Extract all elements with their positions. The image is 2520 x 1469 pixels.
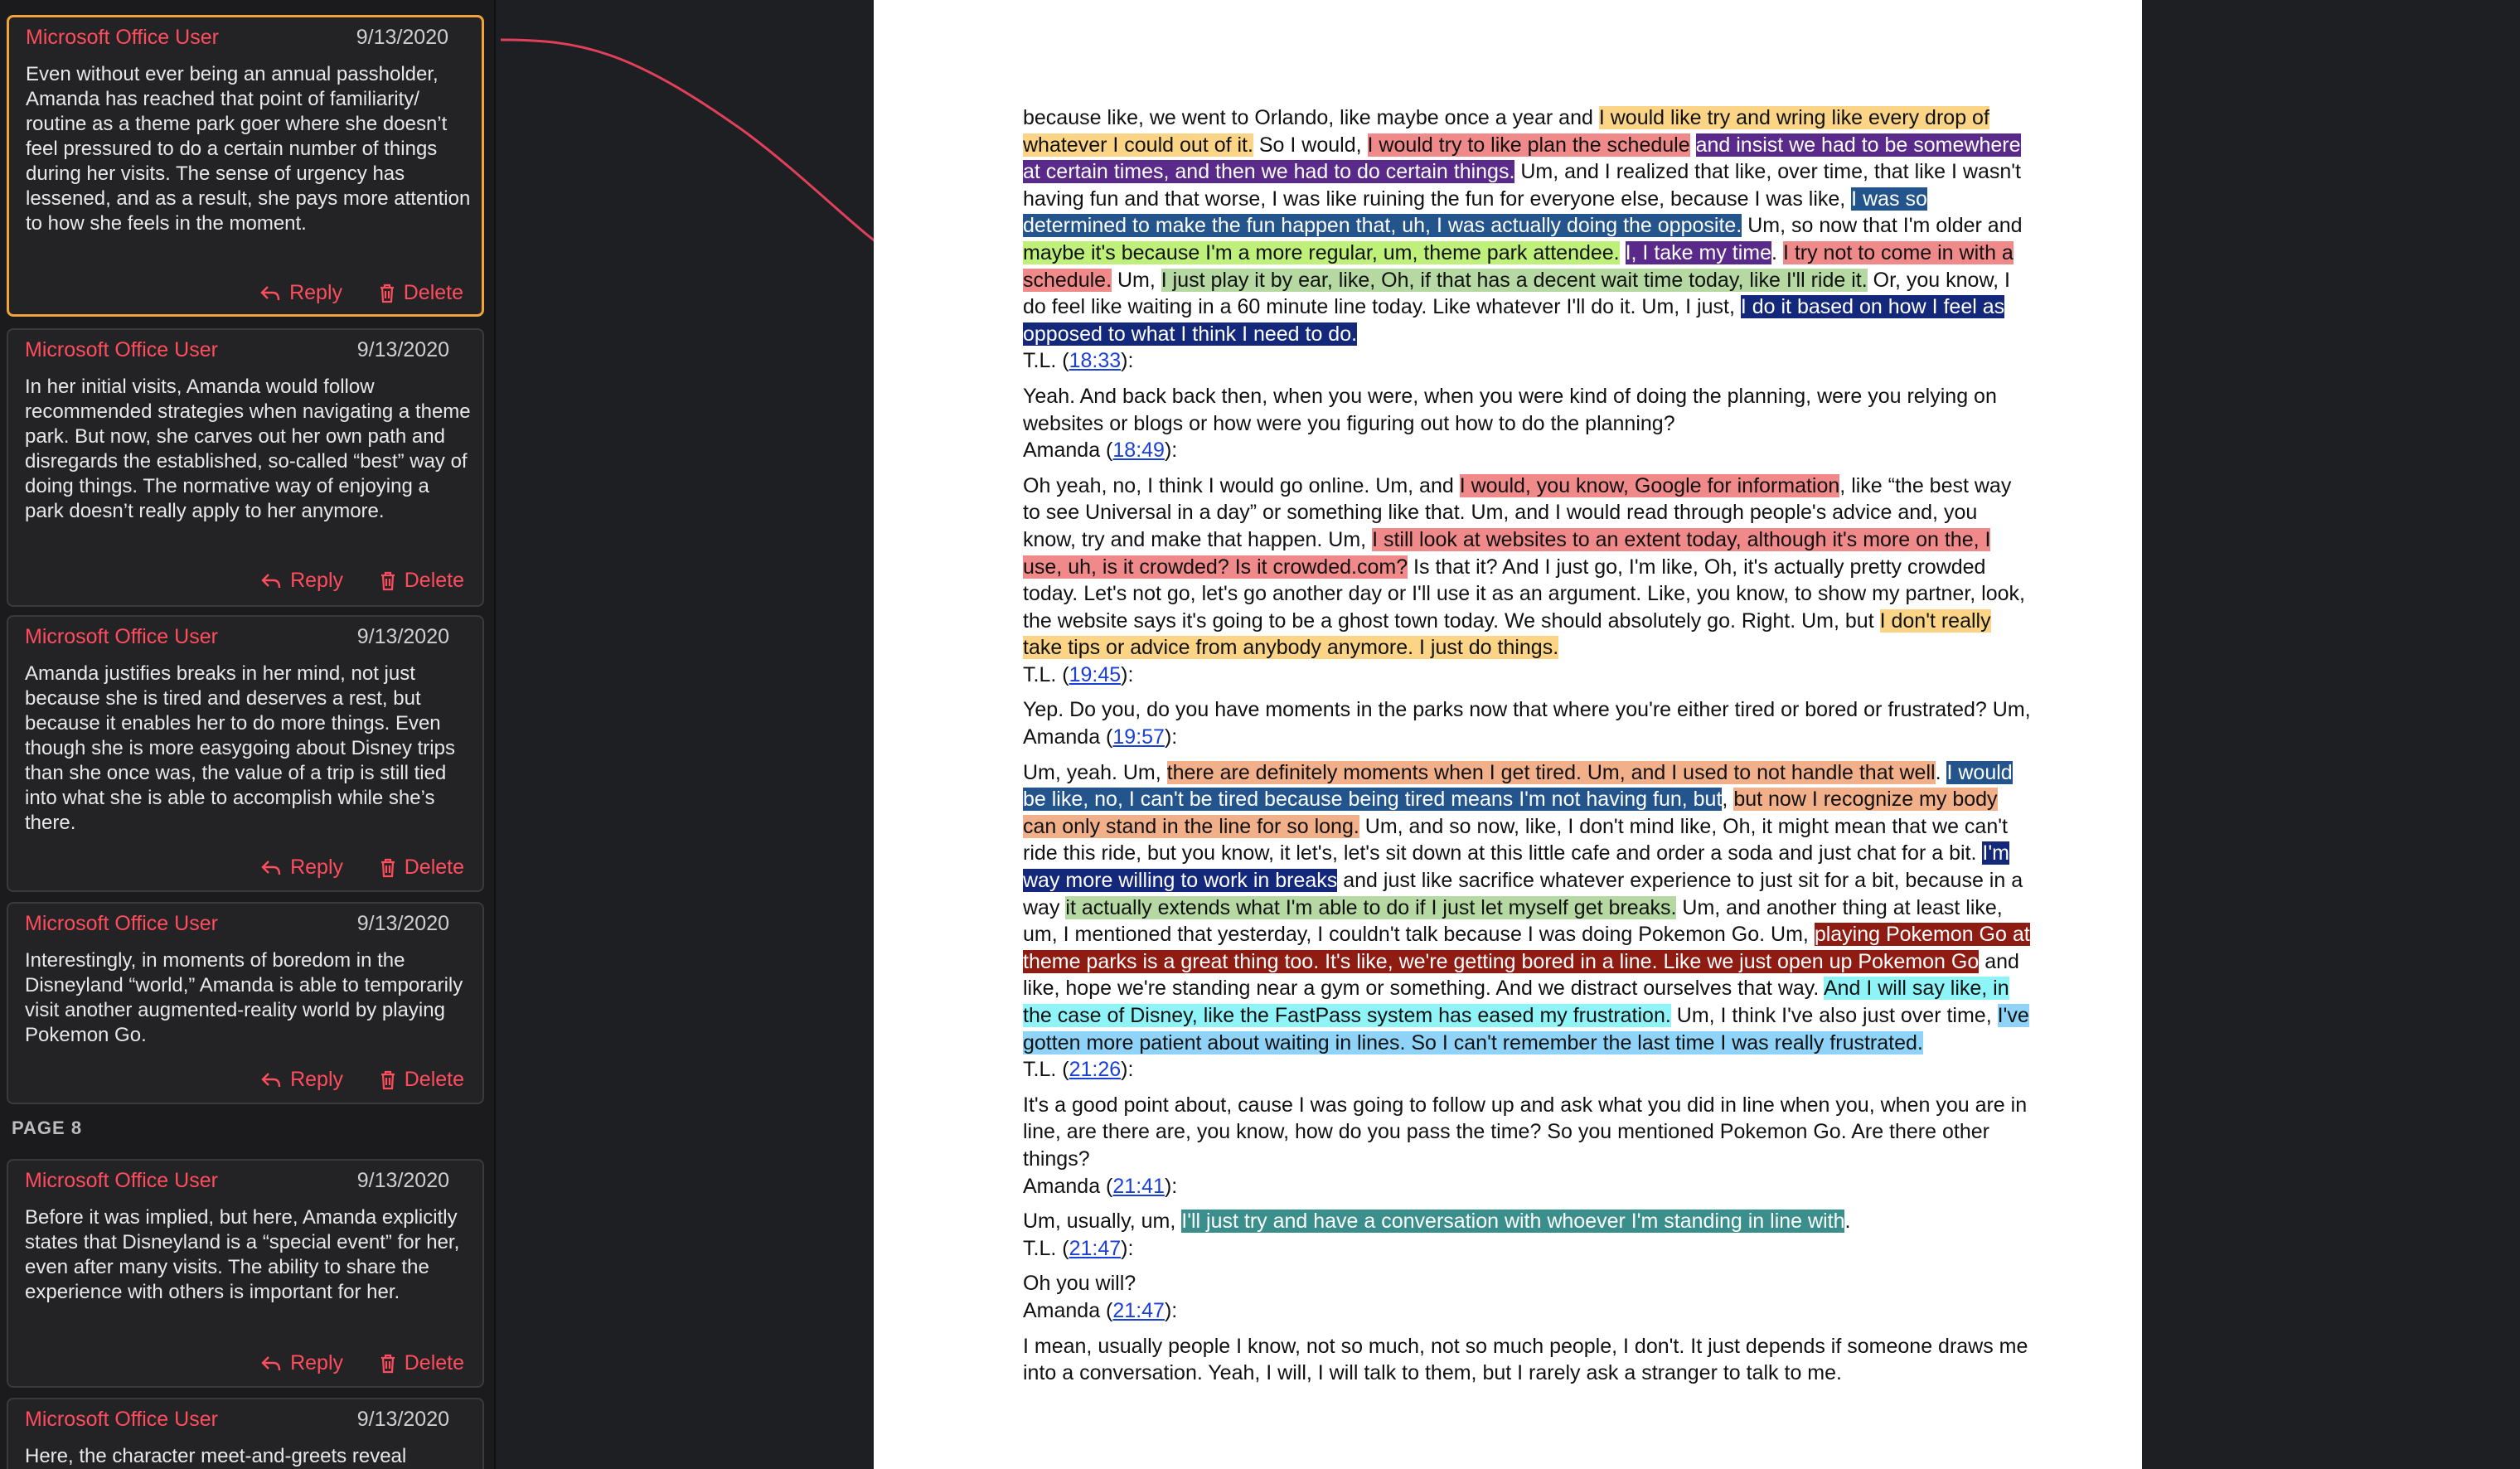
comment-author: Microsoft Office User (25, 1408, 218, 1431)
comment-author: Microsoft Office User (25, 912, 218, 935)
comment-date: 9/13/2020 (356, 625, 449, 648)
transcript-paragraph: I mean, usually people I know, not so mu… (1023, 1334, 2028, 1385)
transcript-paragraph: Yeah. And back back then, when you were,… (1023, 384, 1997, 463)
delete-button[interactable]: Delete (380, 1068, 464, 1092)
highlight[interactable]: there are definitely moments when I get … (1166, 760, 1936, 784)
transcript-paragraph: Yep. Do you, do you have moments in the … (1023, 698, 2031, 749)
transcript-paragraph: It's a good point about, cause I was goi… (1023, 1093, 2028, 1198)
transcript-paragraph: Oh you will? Amanda (21:47): (1023, 1272, 1178, 1322)
timestamp-link[interactable]: 21:41 (1112, 1175, 1165, 1198)
highlight[interactable]: maybe it's because I'm a more regular, u… (1023, 240, 1620, 264)
transcript-paragraph: Oh yeah, no, I think I would go online. … (1023, 473, 2025, 686)
delete-button[interactable]: Delete (379, 281, 463, 305)
reply-button[interactable]: Reply (260, 856, 343, 880)
comment-text: Interestingly, in moments of boredom in … (25, 949, 463, 1046)
comment-card[interactable]: Microsoft Office User 9/13/2020 Interest… (7, 902, 484, 1104)
timestamp-link[interactable]: 21:47 (1069, 1237, 1122, 1260)
comment-card[interactable]: Microsoft Office User 9/13/2020 Even wit… (7, 15, 484, 317)
reply-button[interactable]: Reply (260, 1351, 343, 1375)
speaker-label: Amanda ( (1023, 1174, 1113, 1198)
timestamp-link[interactable]: 21:26 (1069, 1058, 1122, 1081)
trash-icon (380, 1070, 395, 1089)
comment-date: 9/13/2020 (356, 1408, 449, 1431)
delete-label: Delete (404, 856, 464, 879)
speaker-label: Amanda ( (1023, 725, 1113, 749)
reply-button[interactable]: Reply (260, 1068, 343, 1092)
reply-icon (261, 860, 281, 875)
reply-label: Reply (290, 1068, 343, 1091)
transcript-paragraph: Um, yeah. Um, there are definitely momen… (1023, 760, 2030, 1082)
comment-date: 9/13/2020 (356, 338, 449, 361)
comment-author: Microsoft Office User (25, 338, 218, 361)
comment-text: In her initial visits, Amanda would foll… (25, 376, 471, 522)
highlight[interactable]: I would, you know, Google for informatio… (1459, 473, 1840, 497)
transcript-paragraph: because like, we went to Orlando, like m… (1023, 106, 2023, 373)
timestamp-link[interactable]: 21:47 (1112, 1299, 1165, 1322)
trash-icon (380, 284, 394, 303)
highlight[interactable]: it actually extends what I'm able to do … (1065, 895, 1677, 919)
reply-icon (261, 573, 281, 588)
reply-icon (261, 1072, 281, 1087)
comment-author: Microsoft Office User (25, 625, 218, 648)
transcript-body: because like, we went to Orlando, like m… (1023, 104, 2034, 1395)
comments-sidebar: Microsoft Office User 9/13/2020 Even wit… (0, 0, 496, 1469)
comment-text: Even without ever being an annual passho… (26, 63, 471, 235)
comment-date: 9/13/2020 (356, 26, 448, 49)
timestamp-link[interactable]: 19:57 (1112, 725, 1165, 749)
highlight[interactable]: I, I take my time (1625, 240, 1772, 264)
reply-icon (261, 1355, 281, 1370)
delete-button[interactable]: Delete (380, 1351, 464, 1375)
speaker-label: Amanda ( (1023, 1298, 1113, 1322)
page-divider-label: PAGE 8 (12, 1118, 83, 1138)
comment-text: Here, the character meet-and-greets reve… (25, 1445, 407, 1467)
reply-label: Reply (290, 569, 343, 592)
reply-button[interactable]: Reply (259, 281, 342, 305)
highlight[interactable]: I just play it by ear, like, Oh, if that… (1161, 268, 1868, 292)
delete-label: Delete (403, 281, 463, 304)
comment-text: Amanda justifies breaks in her mind, not… (25, 662, 455, 834)
delete-button[interactable]: Delete (380, 856, 464, 880)
reply-label: Reply (289, 281, 342, 304)
comment-text: Before it was implied, but here, Amanda … (25, 1206, 460, 1303)
comment-card[interactable]: Microsoft Office User 9/13/2020 Here, th… (7, 1398, 484, 1469)
speaker-label: T.L. ( (1023, 662, 1069, 686)
trash-icon (380, 1354, 395, 1373)
transcript-paragraph: Um, usually, um, I'll just try and have … (1023, 1210, 1851, 1260)
speaker-label: T.L. ( (1023, 1058, 1069, 1082)
timestamp-link[interactable]: 19:45 (1069, 663, 1122, 686)
trash-icon (380, 571, 395, 590)
comment-card[interactable]: Microsoft Office User 9/13/2020 Amanda j… (7, 615, 484, 892)
comment-author: Microsoft Office User (26, 26, 219, 49)
speaker-label: T.L. ( (1023, 1236, 1069, 1260)
highlight[interactable]: I'll just try and have a conversation wi… (1181, 1210, 1845, 1234)
reply-button[interactable]: Reply (260, 569, 343, 593)
comment-card[interactable]: Microsoft Office User 9/13/2020 In her i… (7, 328, 484, 607)
trash-icon (380, 858, 395, 877)
delete-label: Delete (404, 1068, 464, 1091)
delete-label: Delete (404, 1351, 464, 1374)
timestamp-link[interactable]: 18:33 (1069, 349, 1122, 372)
comment-date: 9/13/2020 (356, 1169, 449, 1192)
speaker-label: T.L. ( (1023, 349, 1069, 373)
reply-label: Reply (290, 856, 343, 879)
timestamp-link[interactable]: 18:49 (1112, 439, 1165, 462)
speaker-label: Amanda ( (1023, 439, 1113, 463)
delete-button[interactable]: Delete (380, 569, 464, 593)
reply-icon (260, 285, 280, 300)
comment-card[interactable]: Microsoft Office User 9/13/2020 Before i… (7, 1159, 484, 1388)
comment-date: 9/13/2020 (356, 912, 449, 935)
comment-author: Microsoft Office User (25, 1169, 218, 1192)
reply-label: Reply (290, 1351, 343, 1374)
highlight[interactable]: I would try to like plan the schedule (1367, 133, 1690, 157)
document-page: because like, we went to Orlando, like m… (874, 0, 2142, 1469)
delete-label: Delete (404, 569, 464, 592)
